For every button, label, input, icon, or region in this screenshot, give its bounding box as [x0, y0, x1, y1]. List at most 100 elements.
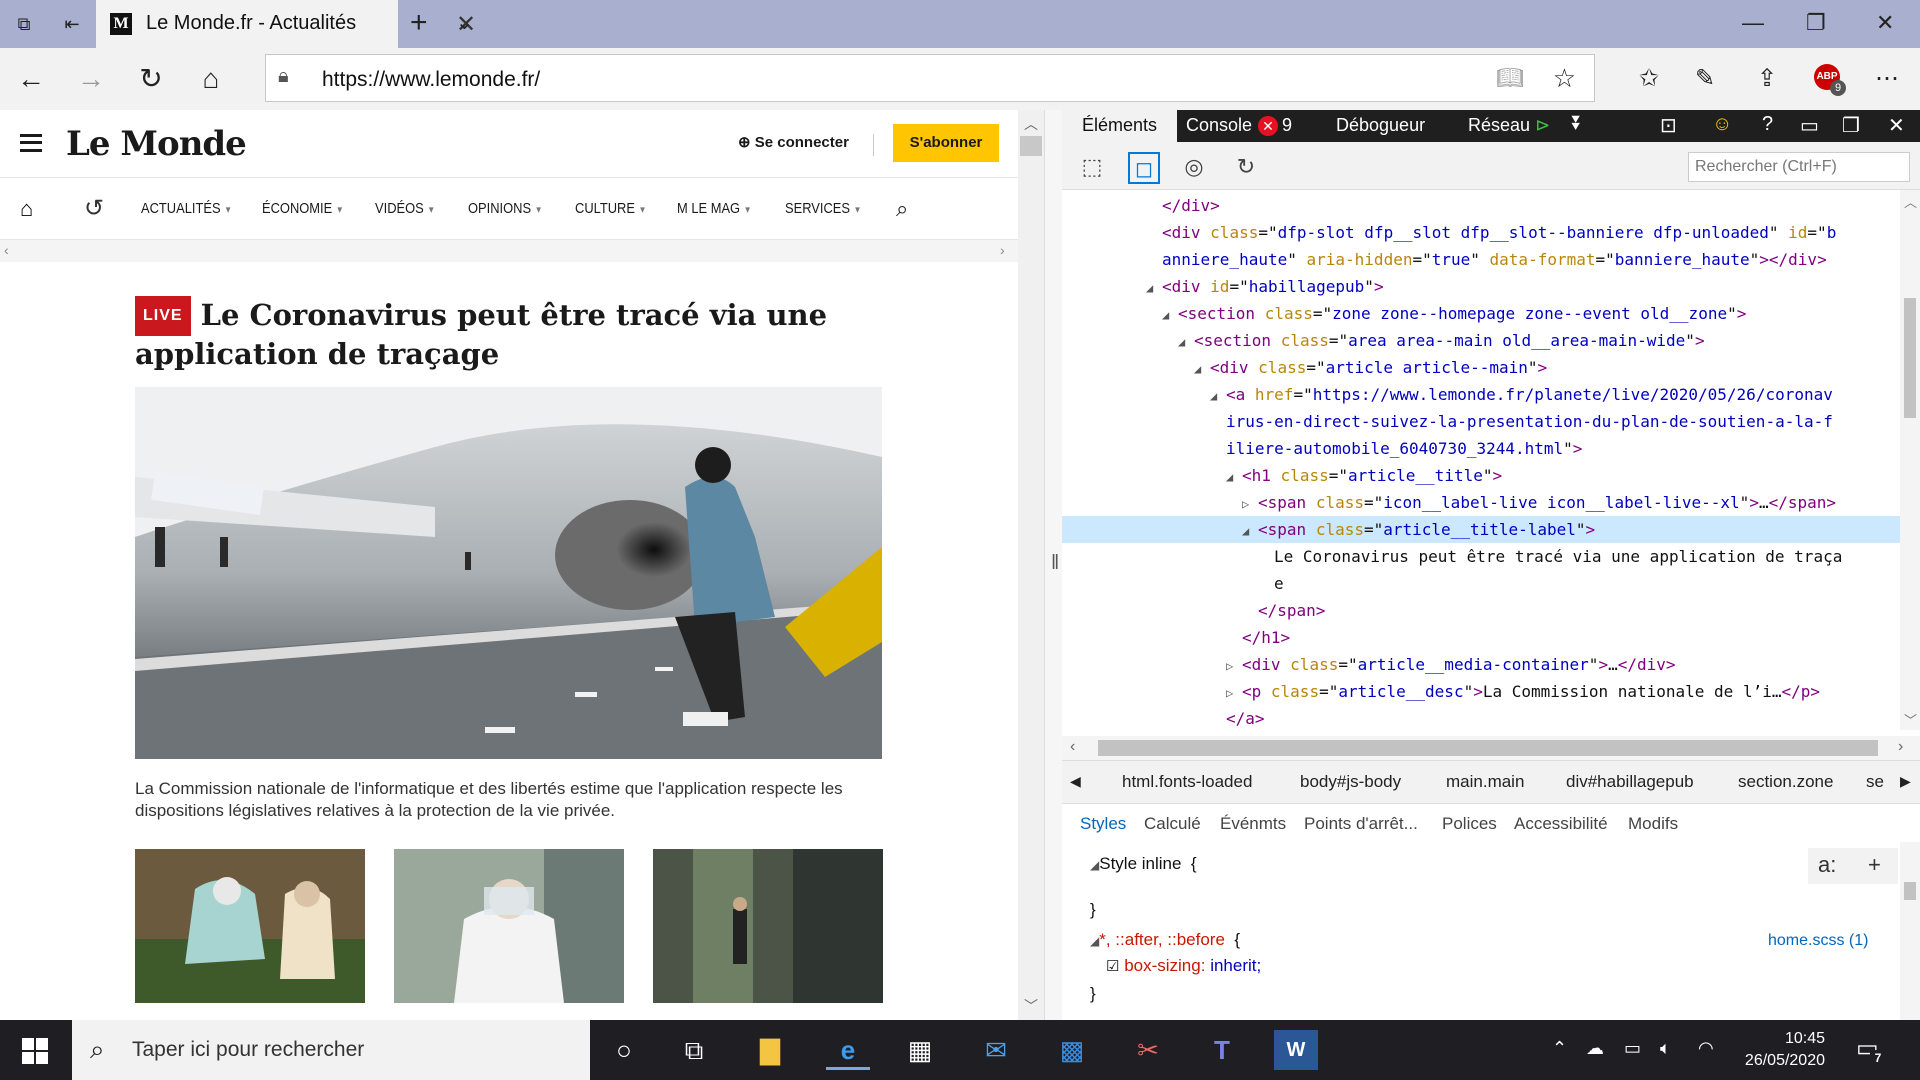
- forward-icon[interactable]: →: [74, 62, 108, 96]
- resize-grip-icon[interactable]: ‖: [1051, 552, 1059, 575]
- inline-style-rule[interactable]: ◢Style inline {: [1090, 854, 1197, 874]
- share-icon[interactable]: ⇪: [1750, 62, 1784, 96]
- article-thumbnail-1[interactable]: [135, 849, 365, 1003]
- breadcrumb-item[interactable]: section.zone: [1738, 772, 1833, 792]
- chevron-up-icon[interactable]: ︿: [1024, 114, 1038, 134]
- dom-node-line[interactable]: ▷ <div class="article__media-container">……: [1062, 651, 1900, 678]
- scrollbar-thumb[interactable]: [1020, 136, 1042, 156]
- more-tools-icon[interactable]: ⏬︎: [1572, 113, 1582, 136]
- expand-toggle-icon[interactable]: ▷: [1226, 653, 1242, 680]
- file-explorer-icon[interactable]: ▇: [748, 1030, 792, 1070]
- dom-node-line[interactable]: <div class="dfp-slot dfp__slot dfp__slot…: [1062, 219, 1900, 246]
- expand-toggle-icon[interactable]: ◢: [1226, 464, 1242, 491]
- breadcrumb-item[interactable]: div#habillagepub: [1566, 772, 1694, 792]
- dom-horizontal-scrollbar[interactable]: ‹ ›: [1062, 736, 1920, 760]
- tab-changes[interactable]: Modifs: [1628, 814, 1678, 834]
- close-devtools-icon[interactable]: ✕: [1888, 113, 1905, 138]
- nav-item-m-le-mag[interactable]: M LE MAG ▾: [677, 200, 750, 217]
- dom-node-line[interactable]: ◢ <div class="article article--main">: [1062, 354, 1900, 381]
- nav-item-economie[interactable]: ÉCONOMIE ▾: [262, 200, 342, 217]
- address-bar[interactable]: 🔒︎ https://www.lemonde.fr/ 📖︎ ☆: [265, 54, 1595, 102]
- nav-horizontal-scrollbar[interactable]: ‹ ›: [0, 240, 1018, 262]
- metro-platform-photo[interactable]: [135, 387, 882, 759]
- dom-node-line[interactable]: </h1>: [1062, 624, 1900, 651]
- battery-icon[interactable]: ▭: [1624, 1038, 1641, 1059]
- tab-computed[interactable]: Calculé: [1144, 814, 1201, 834]
- tab-console[interactable]: Console ✕ 9: [1186, 115, 1292, 136]
- nav-item-opinions[interactable]: OPINIONS ▾: [468, 200, 541, 217]
- reading-view-icon[interactable]: 📖︎: [1496, 65, 1524, 91]
- add-rule-icon[interactable]: +: [1868, 852, 1881, 878]
- web-notes-icon[interactable]: ✎: [1688, 62, 1722, 96]
- dom-node-line[interactable]: ◢ <span class="article__title-label">: [1062, 516, 1900, 543]
- favorite-star-icon[interactable]: ☆: [1553, 63, 1576, 94]
- chevron-down-icon[interactable]: ﹀: [1024, 996, 1038, 1016]
- calendar-icon[interactable]: ▩: [1050, 1030, 1094, 1070]
- search-icon[interactable]: ⌕: [896, 196, 908, 222]
- edge-browser-icon[interactable]: e: [826, 1030, 870, 1070]
- article-thumbnail-3[interactable]: [653, 849, 883, 1003]
- chevron-right-icon[interactable]: ▶: [1900, 773, 1911, 790]
- tab-accessibility[interactable]: Accessibilité: [1514, 814, 1608, 834]
- page-vertical-scrollbar[interactable]: ︿ ﹀: [1018, 110, 1044, 1020]
- expand-toggle-icon[interactable]: ◢: [1146, 275, 1162, 302]
- toggle-pseudo-state-icon[interactable]: ◎: [1178, 152, 1210, 184]
- tab-fonts[interactable]: Polices: [1442, 814, 1497, 834]
- breadcrumb-item[interactable]: main.main: [1446, 772, 1524, 792]
- tab-list-icon[interactable]: ⧉: [12, 12, 36, 36]
- dom-node-line[interactable]: iliere-automobile_6040730_3244.html">: [1062, 435, 1900, 462]
- lock-icon[interactable]: 🔒︎: [278, 65, 289, 88]
- article-headline[interactable]: LIVE Le Coronavirus peut être tracé via u…: [135, 296, 895, 372]
- devtools-splitter[interactable]: ‖: [1044, 110, 1062, 1020]
- action-center-icon[interactable]: ▭ 7: [1856, 1034, 1886, 1066]
- css-rule-selector[interactable]: ◢*, ::after, ::before {: [1090, 930, 1240, 950]
- windows-start-icon[interactable]: [22, 1038, 48, 1064]
- tab-elements[interactable]: Éléments: [1062, 110, 1178, 142]
- chevron-left-icon[interactable]: ‹: [1070, 738, 1075, 756]
- chevron-up-icon[interactable]: ⌃: [1552, 1038, 1567, 1059]
- dom-node-line[interactable]: </a>: [1062, 705, 1900, 730]
- expand-toggle-icon[interactable]: ◢: [1162, 302, 1178, 329]
- dom-node-line[interactable]: ◢ <h1 class="article__title">: [1062, 462, 1900, 489]
- word-icon[interactable]: W: [1274, 1030, 1318, 1070]
- subscribe-button[interactable]: S'abonner: [893, 124, 999, 162]
- cortana-icon[interactable]: ○: [602, 1030, 646, 1070]
- store-icon[interactable]: ▦: [898, 1030, 942, 1070]
- refresh-icon[interactable]: ↻: [134, 62, 168, 96]
- mail-icon[interactable]: ✉: [974, 1030, 1018, 1070]
- nav-item-culture[interactable]: CULTURE ▾: [575, 200, 645, 217]
- nav-item-actualites[interactable]: ACTUALITÉS ▾: [141, 200, 230, 217]
- article-description[interactable]: La Commission nationale de l'informatiqu…: [135, 778, 895, 822]
- expand-toggle-icon[interactable]: ◢: [1194, 356, 1210, 383]
- expand-toggle-icon[interactable]: ▷: [1242, 491, 1258, 518]
- chevron-down-icon[interactable]: ⌄: [456, 10, 473, 35]
- breadcrumb-item[interactable]: body#js-body: [1300, 772, 1401, 792]
- teams-icon[interactable]: T: [1200, 1030, 1244, 1070]
- article-thumbnail-2[interactable]: [394, 849, 624, 1003]
- home-icon[interactable]: ⌂: [194, 62, 228, 96]
- wifi-icon[interactable]: ◠: [1698, 1038, 1714, 1059]
- hamburger-menu-icon[interactable]: [20, 134, 42, 152]
- taskbar-search-input[interactable]: ⌕ Taper ici pour rechercher: [72, 1020, 590, 1080]
- minimize-icon[interactable]: —: [1742, 10, 1764, 36]
- dom-tree[interactable]: </div> <div class="dfp-slot dfp__slot df…: [1062, 190, 1900, 730]
- dom-node-line[interactable]: e: [1062, 570, 1900, 597]
- tab-events[interactable]: Événmts: [1220, 814, 1286, 834]
- login-link[interactable]: ⊕ Se connecter: [738, 133, 849, 151]
- task-view-icon[interactable]: ⧉: [672, 1030, 716, 1070]
- tab-network[interactable]: Réseau ⊳: [1468, 115, 1550, 136]
- styles-vertical-scrollbar[interactable]: [1900, 842, 1920, 1020]
- scrollbar-thumb[interactable]: [1904, 298, 1916, 418]
- back-icon[interactable]: ←: [14, 62, 48, 96]
- css-declaration[interactable]: ☑ box-sizing: inherit;: [1106, 956, 1261, 976]
- checkbox-icon[interactable]: ☑: [1106, 958, 1119, 975]
- chevron-left-icon[interactable]: ‹: [4, 242, 9, 258]
- expand-toggle-icon[interactable]: ▷: [1226, 680, 1242, 707]
- scrollbar-thumb[interactable]: [1904, 882, 1916, 900]
- chevron-right-icon[interactable]: ›: [1898, 738, 1903, 756]
- scrollbar-thumb[interactable]: [1098, 740, 1878, 756]
- dom-node-line[interactable]: ▷ <span class="icon__label-live icon__lab…: [1062, 489, 1900, 516]
- dom-node-line[interactable]: ◢ <div id="habillagepub">: [1062, 273, 1900, 300]
- browser-tab[interactable]: M Le Monde.fr - Actualités ✕: [96, 0, 476, 48]
- select-element-icon[interactable]: ⬚: [1076, 152, 1108, 184]
